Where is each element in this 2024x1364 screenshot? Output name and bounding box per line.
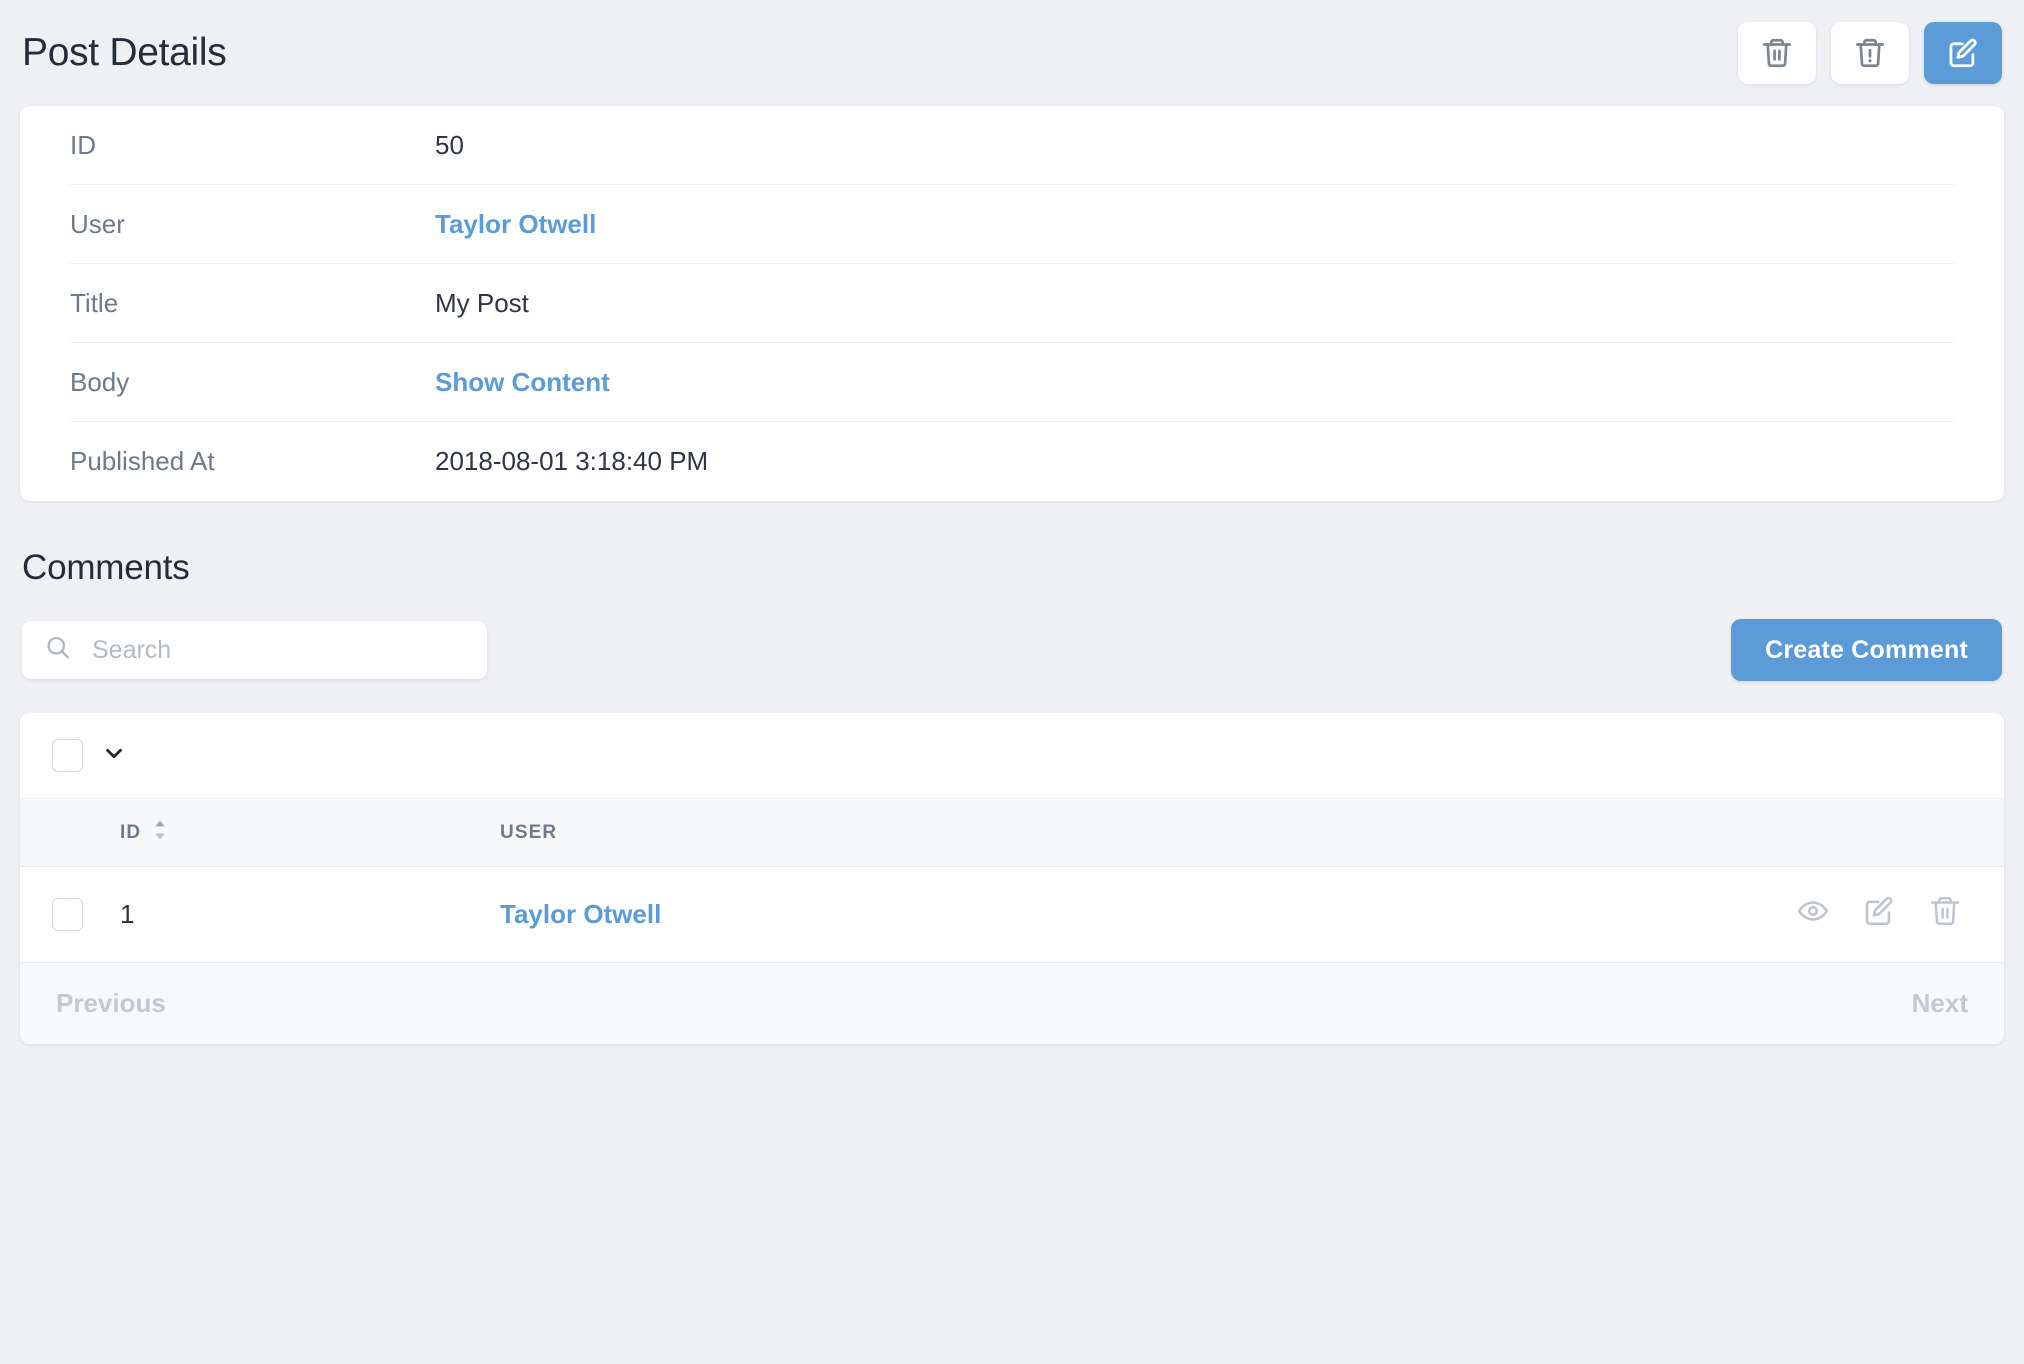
row-actions — [1674, 894, 2004, 935]
th-user-label: USER — [500, 821, 558, 843]
cell-user: Taylor Otwell — [500, 866, 1674, 962]
detail-label: ID — [70, 129, 96, 160]
th-user[interactable]: USER — [500, 798, 1674, 867]
th-select — [20, 798, 120, 867]
detail-value-published-at: 2018-08-01 3:18:40 PM — [435, 446, 709, 476]
cell-user-link[interactable]: Taylor Otwell — [500, 899, 661, 929]
pagination: Previous Next — [20, 961, 2004, 1044]
post-details-page: Post Details ID 50 User Taylor Otwell Ti… — [0, 0, 2024, 1364]
create-comment-button[interactable]: Create Comment — [1731, 619, 2002, 681]
table-body: 1 Taylor Otwell — [20, 866, 2004, 962]
th-id-label: ID — [120, 821, 142, 843]
comments-table-card: ID USER 1 Taylor Otwell Previous Next — [20, 713, 2004, 1044]
post-detail-card: ID 50 User Taylor Otwell Title My Post B… — [20, 106, 2004, 501]
table-header-row: ID USER — [20, 798, 2004, 867]
detail-value-user-link[interactable]: Taylor Otwell — [435, 209, 596, 240]
table-header: ID USER — [20, 798, 2004, 867]
detail-label: User — [70, 208, 125, 239]
header-actions — [1738, 22, 2002, 84]
row-select-cell — [20, 866, 120, 962]
page-title: Post Details — [22, 31, 227, 74]
detail-row-user: User Taylor Otwell — [70, 185, 1954, 264]
delete-button[interactable] — [1738, 22, 1816, 84]
sort-arrows-icon[interactable] — [152, 818, 168, 848]
detail-label: Body — [70, 366, 130, 397]
detail-label: Published At — [70, 446, 215, 476]
select-all-checkbox[interactable] — [52, 739, 83, 772]
edit-square-icon[interactable] — [1862, 894, 1896, 935]
chevron-down-icon[interactable] — [101, 740, 127, 771]
th-actions — [1674, 798, 2004, 867]
detail-row-body: Body Show Content — [70, 343, 1954, 422]
detail-header: Post Details — [20, 0, 2004, 106]
trash-icon — [1760, 36, 1794, 70]
search-input[interactable] — [22, 621, 487, 679]
detail-row-published-at: Published At 2018-08-01 3:18:40 PM — [70, 422, 1954, 501]
comments-table: ID USER 1 Taylor Otwell — [20, 798, 2004, 962]
row-checkbox[interactable] — [52, 897, 83, 931]
previous-page-link[interactable]: Previous — [56, 988, 166, 1019]
eye-icon[interactable] — [1796, 894, 1830, 935]
edit-square-icon — [1946, 36, 1980, 70]
cell-id: 1 — [120, 866, 500, 962]
show-content-link[interactable]: Show Content — [435, 367, 610, 398]
comments-toolbar: Create Comment — [20, 619, 2004, 681]
detail-label: Title — [70, 287, 119, 318]
comments-section-title: Comments — [22, 548, 190, 587]
table-row: 1 Taylor Otwell — [20, 866, 2004, 962]
trash-icon[interactable] — [1928, 894, 1962, 935]
detail-value-title: My Post — [435, 287, 529, 318]
cell-actions — [1674, 866, 2004, 962]
search-field-wrapper — [22, 621, 487, 679]
edit-button[interactable] — [1924, 22, 2002, 84]
detail-row-id: ID 50 — [70, 106, 1954, 185]
bulk-actions-bar — [20, 713, 2004, 798]
detail-value-id: 50 — [435, 129, 464, 160]
trash-alert-icon — [1853, 36, 1887, 70]
next-page-link[interactable]: Next — [1912, 988, 1968, 1019]
th-id[interactable]: ID — [120, 798, 500, 867]
detail-row-title: Title My Post — [70, 264, 1954, 343]
force-delete-button[interactable] — [1831, 22, 1909, 84]
